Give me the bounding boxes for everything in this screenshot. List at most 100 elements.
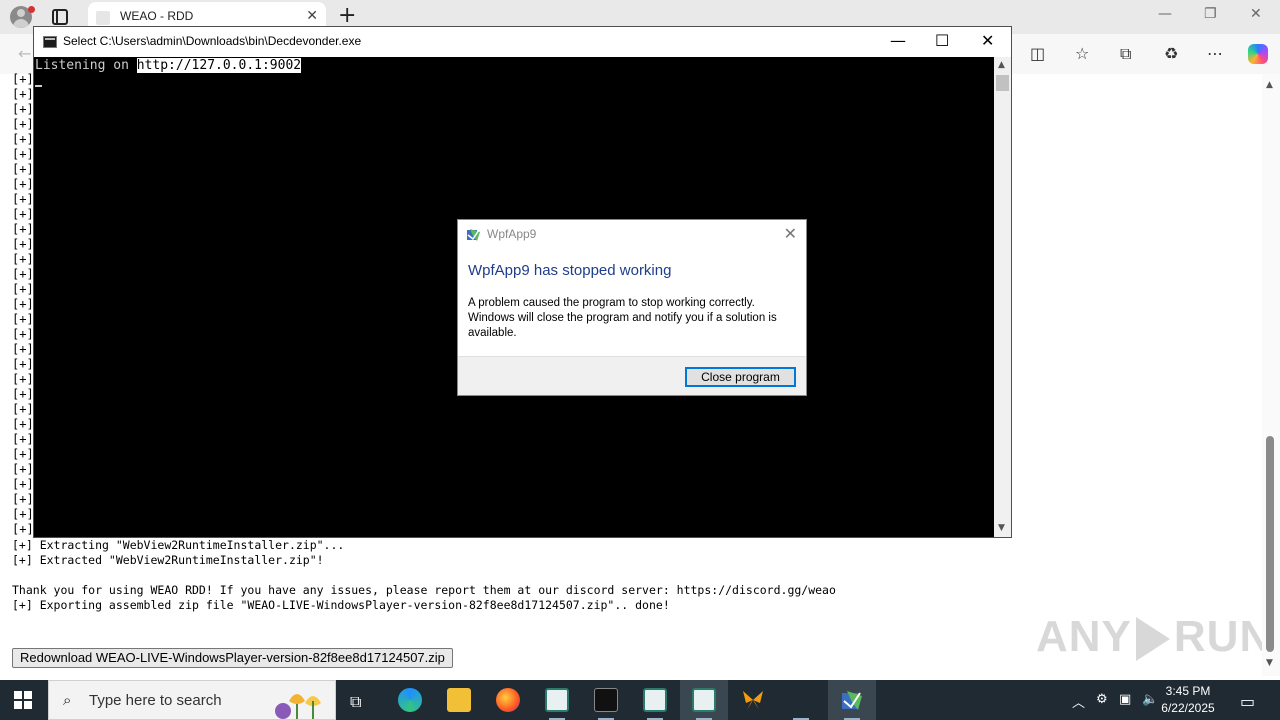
dialog-heading: WpfApp9 has stopped working xyxy=(468,262,672,279)
log-marker: [+] xyxy=(12,507,34,521)
log-marker: [+] xyxy=(12,402,34,416)
dialog-message: A problem caused the program to stop wor… xyxy=(468,297,777,339)
terminal-taskbar-icon[interactable] xyxy=(594,688,618,712)
log-marker: [+] xyxy=(12,477,34,491)
log-marker: [+] xyxy=(12,237,34,251)
log-marker: [+] xyxy=(12,252,34,266)
app-window-taskbar-icon[interactable] xyxy=(692,688,716,712)
minimize-icon[interactable]: — xyxy=(1158,6,1172,22)
console-title-bar[interactable]: Select C:\Users\admin\Downloads\bin\Decd… xyxy=(34,27,1011,57)
console-listening-line: Listening on http://127.0.0.1:9002 xyxy=(35,58,302,73)
new-tab-icon[interactable]: + xyxy=(338,3,356,28)
dialog-close-icon[interactable]: ✕ xyxy=(784,224,797,243)
log-marker: [+] xyxy=(12,372,34,386)
log-marker: [+] xyxy=(12,417,34,431)
tab-title: WEAO - RDD xyxy=(120,9,194,23)
log-line: Thank you for using WEAO RDD! If you hav… xyxy=(12,583,836,597)
log-marker: [+] xyxy=(12,297,34,311)
console-scrollbar-thumb[interactable] xyxy=(996,75,1009,91)
page-scrollbar[interactable]: ▲ ▼ xyxy=(1262,74,1280,676)
more-menu-icon[interactable]: ⋯ xyxy=(1207,44,1223,63)
tab-close-icon[interactable]: ✕ xyxy=(306,8,318,24)
app-window-taskbar-icon[interactable] xyxy=(643,688,667,712)
task-view-icon[interactable]: ⧉ xyxy=(350,692,361,712)
search-icon: ⌕ xyxy=(63,691,72,709)
log-marker: [+] xyxy=(12,432,34,446)
taskbar-search-box[interactable]: ⌕ Type here to search xyxy=(48,680,336,720)
log-marker: [+] xyxy=(12,357,34,371)
log-marker: [+] xyxy=(12,342,34,356)
log-marker: [+] xyxy=(12,162,34,176)
log-marker: [+] xyxy=(12,222,34,236)
console-close-icon[interactable]: ✕ xyxy=(981,31,994,50)
log-marker: [+] xyxy=(12,282,34,296)
tab-favicon-icon xyxy=(96,11,110,25)
console-url-selected[interactable]: http://127.0.0.1:9002 xyxy=(136,58,302,73)
favorites-icon[interactable]: ☆ xyxy=(1075,44,1089,63)
console-app-icon xyxy=(43,36,57,48)
page-scrollbar-thumb[interactable] xyxy=(1266,436,1274,652)
tray-app-icon[interactable]: ⚙ xyxy=(1096,692,1108,707)
restore-icon[interactable]: ❐ xyxy=(1204,6,1217,22)
log-marker: [+] xyxy=(12,102,34,116)
redownload-button[interactable]: Redownload WEAO-LIVE-WindowsPlayer-versi… xyxy=(12,648,453,668)
log-marker: [+] xyxy=(12,447,34,461)
extensions-icon[interactable]: ♻ xyxy=(1164,44,1178,63)
network-icon[interactable]: ▣ xyxy=(1119,692,1131,707)
log-line: [+] Exporting assembled zip file "WEAO-L… xyxy=(12,598,670,612)
log-marker: [+] xyxy=(12,72,34,86)
console-prefix: Listening on xyxy=(35,58,137,73)
copilot-icon[interactable] xyxy=(1248,44,1268,64)
search-highlight-art-icon xyxy=(275,694,321,719)
log-marker: [+] xyxy=(12,87,34,101)
console-scroll-down-icon[interactable]: ▼ xyxy=(998,523,1005,533)
tab-actions-icon[interactable] xyxy=(52,9,68,25)
search-placeholder: Type here to search xyxy=(89,692,222,709)
file-explorer-taskbar-icon[interactable] xyxy=(447,688,471,712)
clock-time: 3:45 PM xyxy=(1165,684,1211,698)
butterfly-app-taskbar-icon[interactable] xyxy=(741,688,765,712)
log-marker: [+] xyxy=(12,522,34,536)
log-marker: [+] xyxy=(12,207,34,221)
close-program-button[interactable]: Close program xyxy=(685,367,796,387)
split-screen-icon[interactable]: ◫ xyxy=(1030,44,1045,63)
tray-overflow-chevron-icon[interactable]: ︿ xyxy=(1072,692,1085,711)
error-dialog[interactable]: WpfApp9 ✕ WpfApp9 has stopped working A … xyxy=(457,219,807,396)
log-marker-column: [+] [+] [+] [+] [+] [+] [+] [+] [+] [+] [+] [+] [+][… xyxy=(12,72,34,537)
back-arrow-icon[interactable]: ← xyxy=(18,44,31,63)
log-marker: [+] xyxy=(12,462,34,476)
profile-notification-dot xyxy=(28,6,35,13)
taskbar-clock[interactable]: 3:45 PM 6/22/2025 xyxy=(1156,683,1220,717)
log-marker: [+] xyxy=(12,177,34,191)
console-scroll-up-icon[interactable]: ▲ xyxy=(998,60,1005,70)
log-line: [+] Extracted "WebView2RuntimeInstaller.… xyxy=(12,553,324,567)
edge-taskbar-icon[interactable] xyxy=(398,688,422,712)
log-marker: [+] xyxy=(12,147,34,161)
console-title: Select C:\Users\admin\Downloads\bin\Decd… xyxy=(63,34,362,48)
scroll-up-icon[interactable]: ▲ xyxy=(1266,80,1273,90)
log-marker: [+] xyxy=(12,387,34,401)
dialog-footer: Close program xyxy=(458,356,806,395)
log-marker: [+] xyxy=(12,132,34,146)
notifications-icon[interactable]: ▭ xyxy=(1240,692,1255,711)
dialog-title: WpfApp9 xyxy=(487,227,537,241)
scroll-down-icon[interactable]: ▼ xyxy=(1266,658,1273,668)
firefox-taskbar-icon[interactable] xyxy=(496,688,520,712)
log-marker: [+] xyxy=(12,312,34,326)
windows-start-icon[interactable] xyxy=(14,691,32,709)
log-line: [+] Extracting "WebView2RuntimeInstaller… xyxy=(12,538,345,552)
console-minimize-icon[interactable]: — xyxy=(890,31,906,50)
log-marker: [+] xyxy=(12,117,34,131)
collections-icon[interactable]: ⧉ xyxy=(1120,44,1131,64)
console-maximize-icon[interactable]: ☐ xyxy=(935,31,949,50)
app-window-taskbar-icon[interactable] xyxy=(545,688,569,712)
console-scrollbar[interactable]: ▲ ▼ xyxy=(994,57,1011,537)
wpf-app-taskbar-icon[interactable] xyxy=(840,688,864,712)
close-window-icon[interactable]: ✕ xyxy=(1250,6,1262,22)
log-marker: [+] xyxy=(12,267,34,281)
anyrun-watermark: ANY RUN xyxy=(1036,612,1273,662)
clock-date: 6/22/2025 xyxy=(1161,701,1215,715)
log-marker: [+] xyxy=(12,192,34,206)
log-marker: [+] xyxy=(12,327,34,341)
taskbar: ⌕ Type here to search ⧉ ︿ ⚙ ▣ 🔈 3:45 PM … xyxy=(0,680,1280,720)
